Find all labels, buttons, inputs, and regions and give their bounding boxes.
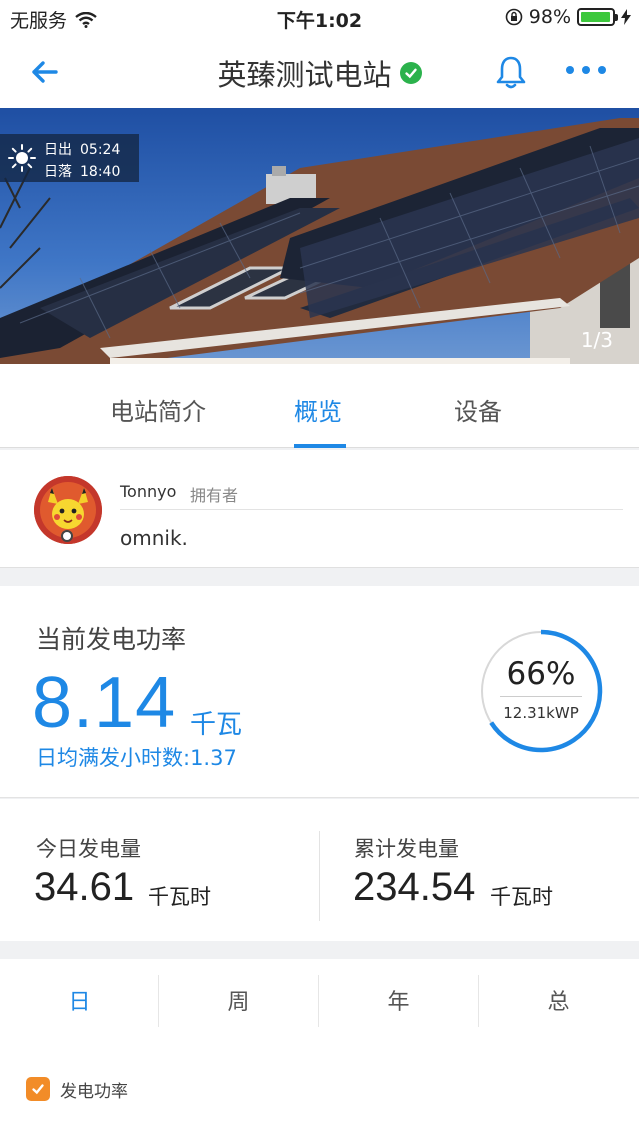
total-energy-label: 累计发电量: [354, 837, 459, 861]
owner-name: Tonnyo: [120, 482, 177, 501]
orientation-lock-icon: [505, 8, 523, 26]
full-load-hours: 日均满发小时数:1.37: [36, 746, 237, 770]
owner-role: 拥有者: [190, 486, 239, 505]
avatar[interactable]: [34, 476, 102, 544]
charging-icon: [621, 9, 631, 25]
sunset-time: 18:40: [80, 164, 121, 180]
today-energy-label: 今日发电量: [36, 837, 141, 861]
active-tab-indicator: [294, 444, 346, 448]
battery-percent: 98%: [528, 6, 571, 28]
sunset-row: 日落 18:40: [44, 161, 120, 181]
owner-description: omnik.: [120, 526, 188, 550]
chart-legend: 发电功率: [0, 1041, 639, 1136]
period-tab-year[interactable]: 年: [319, 959, 478, 1041]
pikachu-avatar-image: [34, 476, 102, 544]
sunrise-label: 日出: [44, 142, 72, 158]
today-energy-value: 34.61: [34, 865, 135, 909]
capacity-percent: 66%: [506, 656, 576, 692]
energy-card: 今日发电量 34.61 千瓦时 累计发电量 234.54 千瓦时: [0, 799, 639, 941]
status-right: 98%: [505, 6, 631, 28]
more-button[interactable]: [566, 60, 606, 80]
more-dot-icon: [598, 66, 606, 74]
title-group: 英臻测试电站: [0, 52, 639, 94]
sun-icon: [8, 144, 36, 172]
today-energy-unit: 千瓦时: [148, 885, 211, 909]
total-energy-unit: 千瓦时: [490, 885, 553, 909]
tab-overview[interactable]: 概览: [294, 392, 342, 427]
period-tab-total[interactable]: 总: [479, 959, 638, 1041]
station-tabs: 电站简介 概览 设备: [0, 364, 639, 448]
sun-times-panel: 日出 05:24 日落 18:40: [0, 134, 139, 182]
current-power-label: 当前发电功率: [36, 625, 187, 654]
total-energy-value: 234.54: [353, 865, 476, 909]
notification-button[interactable]: [494, 54, 528, 90]
photo-page-indicator: 1/3: [580, 328, 613, 352]
nav-bar: 英臻测试电站: [0, 36, 639, 108]
battery-icon: [577, 8, 618, 26]
gauge-divider: [500, 696, 582, 697]
status-bar: 无服务 下午1:02 98%: [0, 0, 639, 36]
divider: [319, 831, 320, 921]
tab-devices[interactable]: 设备: [454, 392, 502, 427]
current-power-value: 8.14: [32, 663, 177, 743]
more-dot-icon: [566, 66, 574, 74]
station-photo-carousel[interactable]: 日出 05:24 日落 18:40 1/3: [0, 108, 639, 364]
owner-card[interactable]: Tonnyo 拥有者 omnik.: [0, 450, 639, 568]
more-dot-icon: [582, 66, 590, 74]
page-title: 英臻测试电站: [217, 58, 392, 92]
period-tab-day[interactable]: 日: [0, 959, 159, 1041]
checkmark-icon: [32, 1084, 44, 1095]
installed-capacity: 12.31kWP: [503, 704, 579, 722]
power-series-checkbox[interactable]: [26, 1077, 50, 1101]
tab-intro[interactable]: 电站简介: [110, 392, 206, 427]
sunset-label: 日落: [44, 164, 72, 180]
verified-icon: [399, 62, 422, 84]
period-tab-week[interactable]: 周: [159, 959, 318, 1041]
current-power-unit: 千瓦: [190, 710, 243, 740]
current-power-card: 当前发电功率 8.14 千瓦 日均满发小时数:1.37 66% 12.31kWP: [0, 586, 639, 798]
sunrise-time: 05:24: [80, 142, 121, 158]
divider: [120, 509, 623, 510]
power-series-label: 发电功率: [60, 1082, 128, 1102]
period-tabs: 日 周 年 总: [0, 959, 639, 1041]
sunrise-row: 日出 05:24: [44, 139, 120, 159]
bell-icon: [496, 56, 526, 89]
